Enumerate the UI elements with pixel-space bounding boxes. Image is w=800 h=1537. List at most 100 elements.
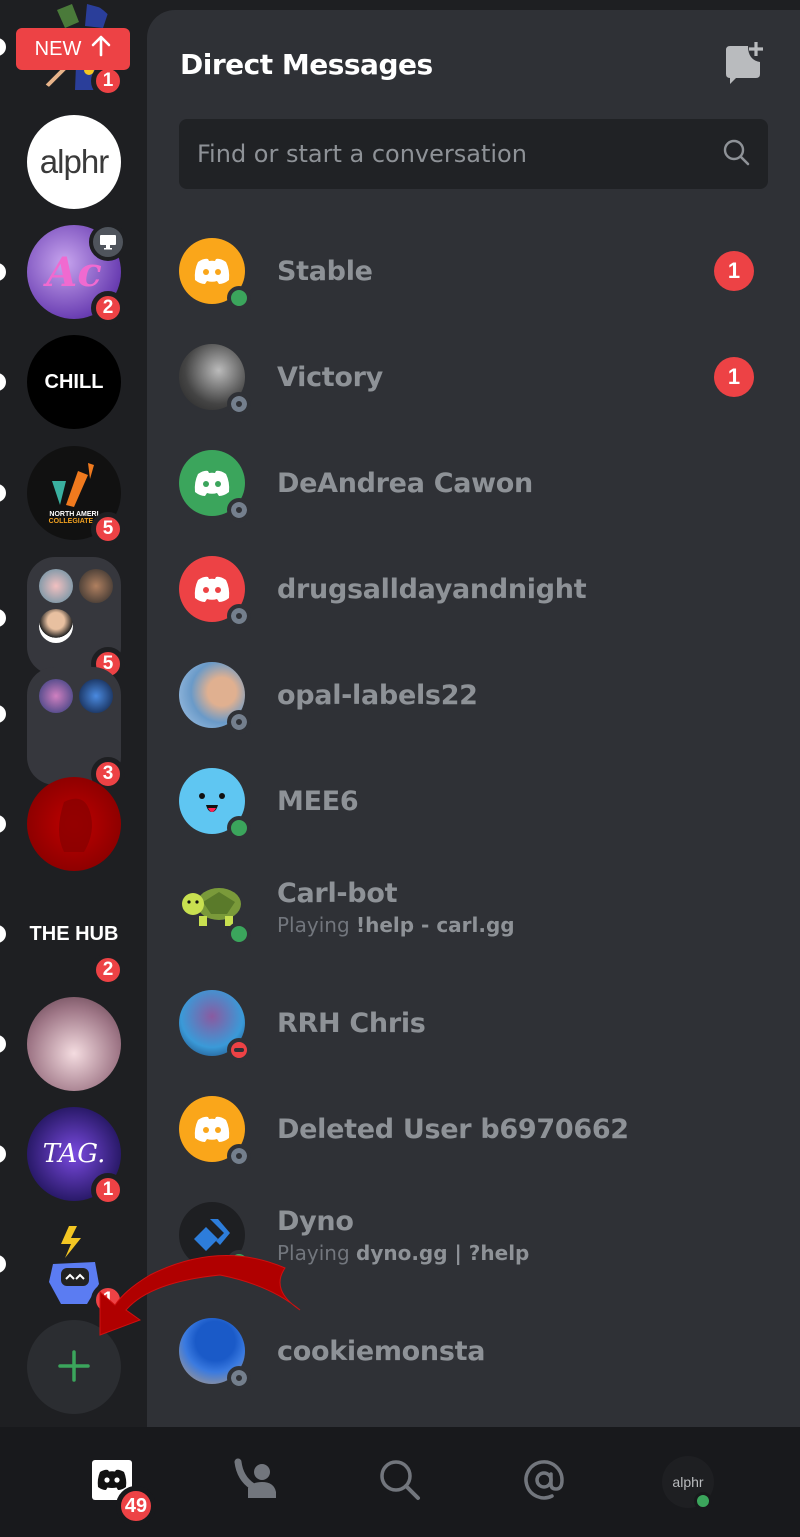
mention-badge: 1 xyxy=(91,1283,125,1317)
avatar xyxy=(179,662,251,734)
server-anime-girl[interactable] xyxy=(0,997,121,1091)
unread-pill xyxy=(0,1145,6,1163)
notification-badge: 49 xyxy=(116,1486,156,1526)
dm-name: Dyno xyxy=(277,1205,354,1237)
status-offline-indicator xyxy=(227,1144,251,1168)
nav-search[interactable] xyxy=(370,1452,430,1512)
dm-name: RRH Chris xyxy=(277,1007,426,1039)
dm-item-victory[interactable]: Victory 1 xyxy=(147,324,800,430)
nav-home[interactable]: 49 xyxy=(82,1452,156,1526)
unread-pill xyxy=(0,815,6,833)
mee6-face-icon xyxy=(199,793,225,812)
status-online-indicator xyxy=(227,922,251,946)
server-icon-alphr: alphr xyxy=(27,115,121,209)
unread-badge: 1 xyxy=(714,357,754,397)
status-online-indicator xyxy=(227,286,251,310)
dm-item-deandrea-cawon[interactable]: DeAndrea Cawon xyxy=(147,430,800,536)
avatar xyxy=(179,1318,251,1390)
server-red-gargoyle[interactable] xyxy=(0,777,121,871)
add-server-button[interactable] xyxy=(27,1320,121,1414)
discord-logo-icon xyxy=(194,258,230,284)
server-folder-2[interactable]: 3 xyxy=(0,667,125,791)
dm-item-rrh-chris[interactable]: RRH Chris xyxy=(147,970,800,1076)
unread-pill xyxy=(0,705,6,723)
status-online-indicator xyxy=(694,1492,712,1510)
dm-item-opal-labels22[interactable]: opal-labels22 xyxy=(147,642,800,748)
unread-pill xyxy=(0,373,6,391)
server-anime-ac[interactable]: Ac 2 xyxy=(0,223,127,325)
new-unreads-indicator[interactable]: NEW xyxy=(16,28,130,70)
discord-logo-icon xyxy=(194,576,230,602)
unread-pill xyxy=(0,609,6,627)
arrow-up-icon xyxy=(91,35,111,63)
nav-profile[interactable]: alphr xyxy=(658,1452,718,1512)
server-nacl[interactable]: NORTH AMERI COLLEGIATE L 5 xyxy=(0,446,125,546)
server-chill[interactable]: CHILL xyxy=(0,335,121,429)
dm-item-mee6[interactable]: MEE6 xyxy=(147,748,800,854)
status-dnd-indicator xyxy=(227,1038,251,1062)
dm-item-cookiemonsta[interactable]: cookiemonsta xyxy=(147,1298,800,1404)
dm-name: MEE6 xyxy=(277,785,359,817)
dm-name: drugsalldayandnight xyxy=(277,573,587,605)
unread-pill xyxy=(0,1035,6,1053)
bottom-navigation: 49 alphr xyxy=(0,1427,800,1537)
dm-item-stable[interactable]: Stable 1 xyxy=(147,218,800,324)
avatar xyxy=(179,1096,251,1168)
monitor-icon xyxy=(89,223,127,261)
folder-server-icon-ice xyxy=(79,679,113,713)
nav-mentions[interactable] xyxy=(514,1452,574,1512)
server-icon-gargoyle xyxy=(27,777,121,871)
new-dm-button[interactable] xyxy=(720,40,768,88)
nav-friends[interactable] xyxy=(226,1452,286,1512)
discord-app: NEW 1 alphr Ac 2 CHILL NORTH AMERI COLLE… xyxy=(0,0,800,1537)
server-the-hub[interactable]: THE HUB 2 xyxy=(0,887,125,987)
avatar xyxy=(179,768,251,840)
dyno-logo-icon xyxy=(194,1219,230,1251)
search-bar[interactable] xyxy=(179,119,768,189)
dm-activity: Playing dyno.gg | ?help xyxy=(277,1240,530,1265)
unread-pill xyxy=(0,38,6,56)
new-label: NEW xyxy=(34,37,82,60)
status-offline-indicator xyxy=(227,604,251,628)
status-offline-indicator xyxy=(227,498,251,522)
avatar xyxy=(179,450,251,522)
dm-name: Victory xyxy=(277,361,383,393)
status-online-indicator xyxy=(227,1250,251,1274)
discord-logo-icon xyxy=(194,1116,230,1142)
dm-name: opal-labels22 xyxy=(277,679,478,711)
server-tag[interactable]: TAG. 1 xyxy=(0,1107,125,1207)
status-online-indicator xyxy=(227,816,251,840)
status-offline-indicator xyxy=(227,710,251,734)
new-message-icon xyxy=(720,42,768,92)
dm-item-carl-bot[interactable]: Carl-bot Playing !help - carl.gg xyxy=(147,854,800,960)
status-offline-indicator xyxy=(227,392,251,416)
unread-badge: 1 xyxy=(714,251,754,291)
folder-server-icon xyxy=(79,569,113,603)
dm-item-dyno[interactable]: Dyno Playing dyno.gg | ?help xyxy=(147,1182,800,1288)
search-input[interactable] xyxy=(197,140,722,168)
plus-icon xyxy=(57,1340,91,1394)
server-bot[interactable]: 1 xyxy=(0,1217,125,1317)
dm-item-deleted-user[interactable]: Deleted User b6970662 xyxy=(147,1076,800,1182)
avatar: alphr xyxy=(662,1456,714,1510)
server-icon-chill: CHILL xyxy=(27,335,121,429)
unread-pill xyxy=(0,1255,6,1273)
dm-activity: Playing !help - carl.gg xyxy=(277,912,515,937)
server-alphr[interactable]: alphr xyxy=(27,115,121,209)
folder-server-icon xyxy=(39,609,73,643)
dm-name: Stable xyxy=(277,255,373,287)
server-icon-anime-girl xyxy=(27,997,121,1091)
dm-name: Carl-bot xyxy=(277,877,398,909)
search-icon xyxy=(722,138,750,170)
server-rail: NEW 1 alphr Ac 2 CHILL NORTH AMERI COLLE… xyxy=(0,0,147,1427)
status-offline-indicator xyxy=(227,1366,251,1390)
dm-name: DeAndrea Cawon xyxy=(277,467,533,499)
server-folder-1[interactable]: 5 xyxy=(0,557,125,681)
avatar xyxy=(179,990,251,1062)
unread-pill xyxy=(0,484,6,502)
avatar xyxy=(179,874,251,946)
folder-server-icon xyxy=(39,569,73,603)
folder-server-icon-squad xyxy=(39,679,73,713)
dm-item-drugsalldayandnight[interactable]: drugsalldayandnight xyxy=(147,536,800,642)
mention-badge: 2 xyxy=(91,953,125,987)
